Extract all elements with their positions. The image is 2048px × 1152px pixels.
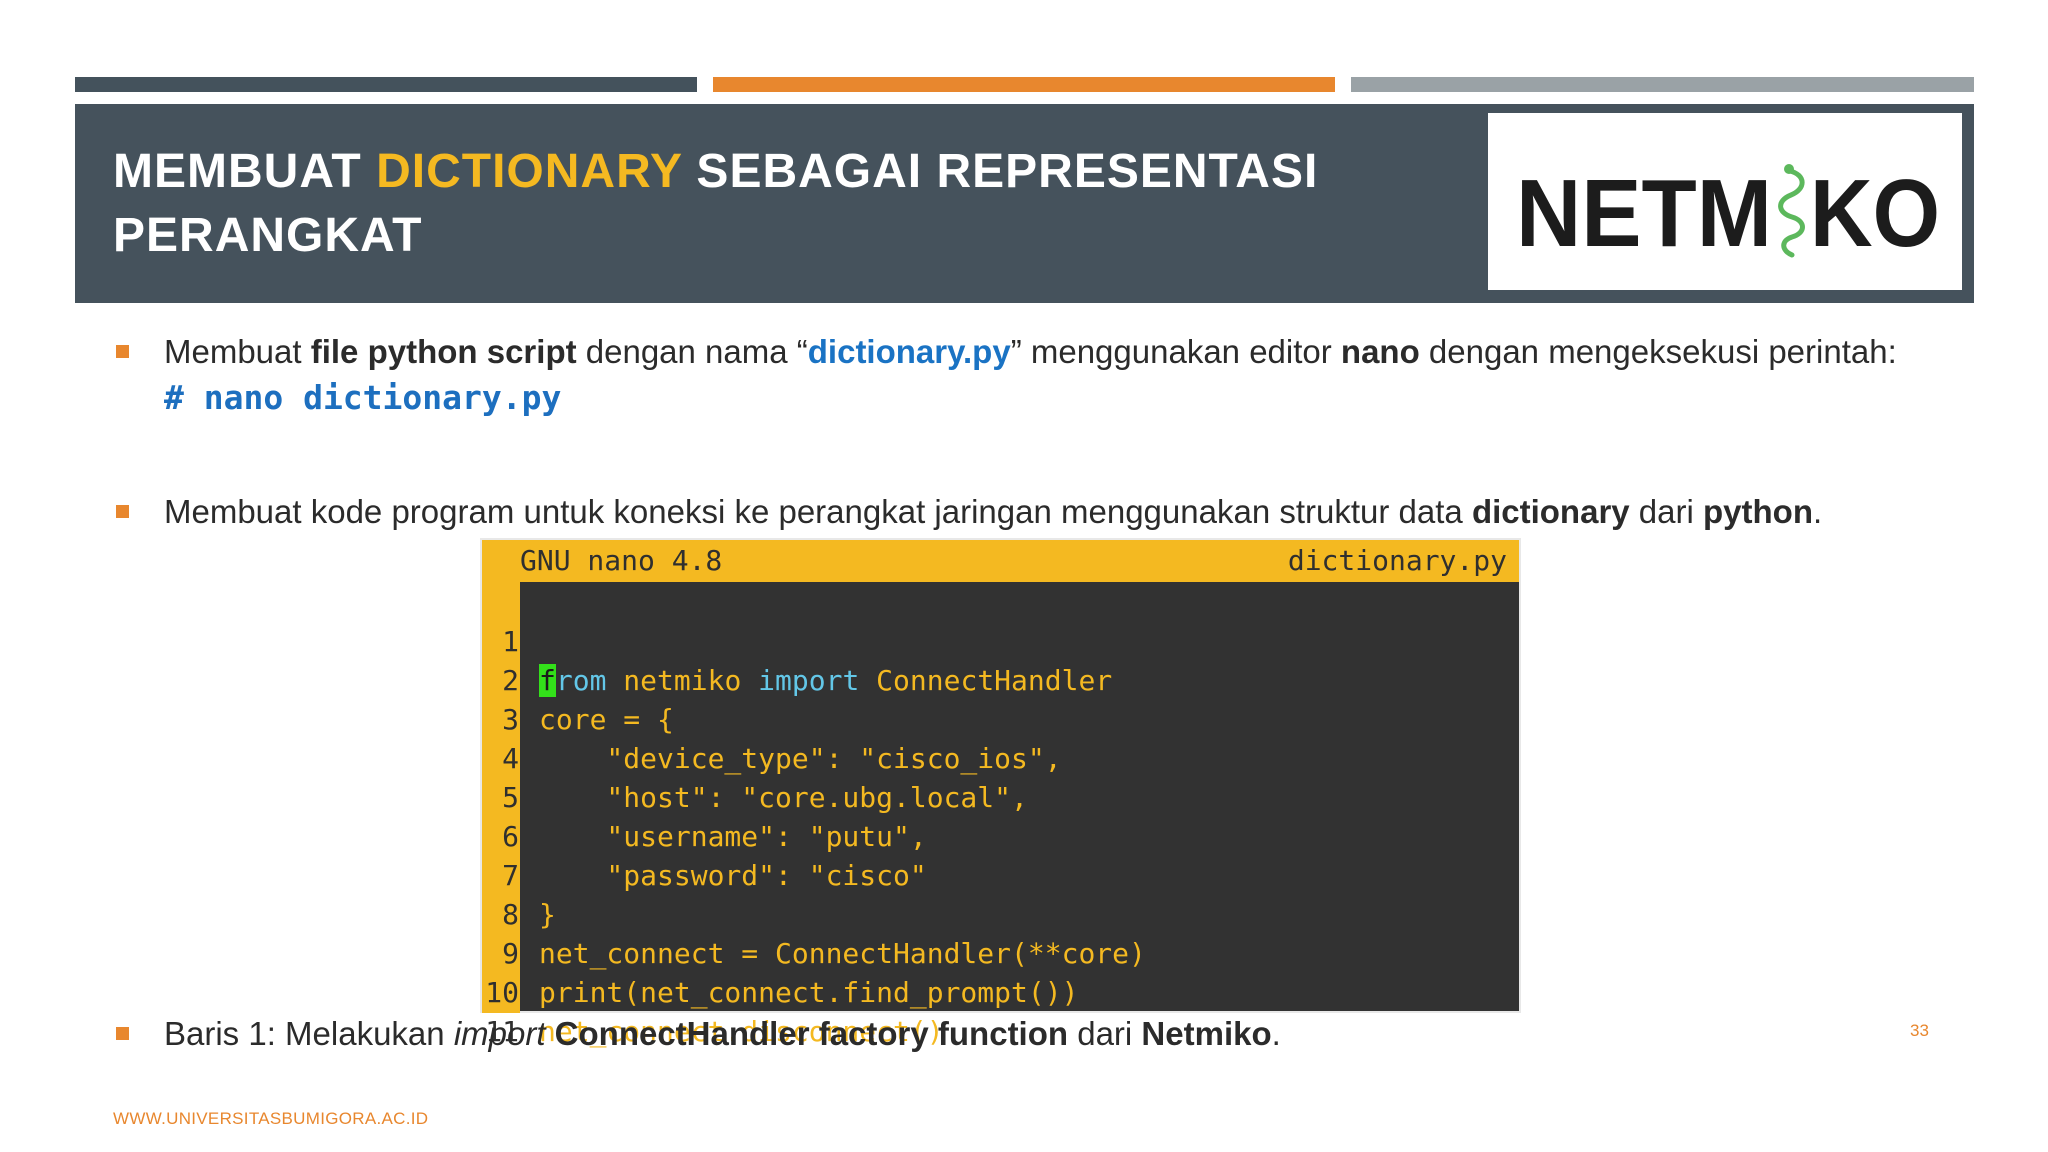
bullet-3-text: dari (1068, 1015, 1142, 1052)
bullet-2-text: . (1813, 493, 1823, 530)
code-line: 11 (482, 973, 1519, 1048)
code-line: 2 core = { (482, 622, 1519, 736)
bullet-3-text (546, 1015, 555, 1052)
bullet-1-filename: dictionary.py (807, 333, 1011, 370)
bullet-1-text: dengan mengeksekusi perintah: (1419, 333, 1897, 370)
logo-text-right: KO (1810, 160, 1940, 267)
bullet-2: Membuat kode program untuk koneksi ke pe… (164, 489, 1944, 535)
bullet-1: Membuat file python script dengan nama “… (164, 329, 1944, 421)
bullet-3-text: Baris 1: Melakukan (164, 1015, 454, 1052)
title-part-1: MEMBUAT (113, 145, 377, 198)
bullet-2-text: Membuat kode program untuk koneksi ke pe… (164, 493, 1472, 530)
bullet-3: Baris 1: Melakukan import ConnectHandler… (164, 1011, 1884, 1057)
top-accent-bar-gray (1351, 77, 1974, 92)
title-highlight: DICTIONARY (376, 145, 683, 198)
code-line: 5 "username": "putu", (482, 739, 1519, 853)
bullet-3-text: . (1271, 1015, 1281, 1052)
nano-editor-screenshot: GNU nano 4.8 dictionary.py 1 from netmik… (480, 538, 1521, 1048)
bullet-marker-2 (116, 505, 129, 518)
netmiko-logo-graphic: NETM KO (1516, 160, 1940, 267)
slide: MEMBUAT DICTIONARY SEBAGAI REPRESENTASI … (0, 0, 2048, 1152)
code-line: 3 "device_type": "cisco_ios", (482, 661, 1519, 775)
bullet-2-bold-dictionary: dictionary (1471, 493, 1630, 530)
netmiko-logo: NETM KO (1486, 111, 1964, 292)
top-accent-bar-orange (713, 77, 1335, 92)
bullet-1-text: dengan nama “ (576, 333, 808, 370)
nano-filename: dictionary.py (1287, 544, 1507, 577)
bullet-1-text: ” menggunakan editor (1010, 333, 1341, 370)
bullet-3-italic-import: import (453, 1015, 546, 1052)
code-line: 8 net_connect = ConnectHandler(**core) (482, 856, 1519, 970)
bullet-2-text: dari (1629, 493, 1704, 530)
code-line: 10 net_connect.disconnect() (482, 934, 1519, 1048)
page-number: 33 (1910, 1021, 1929, 1040)
code-line: 4 "host": "core.ubg.local", (482, 700, 1519, 814)
bullet-2-bold-python: python (1703, 493, 1813, 530)
slide-title: MEMBUAT DICTIONARY SEBAGAI REPRESENTASI … (113, 140, 1473, 268)
top-accent-bar-dark (75, 77, 697, 92)
nano-command: # nano dictionary.py (164, 378, 562, 417)
code-line: 6 "password": "cisco" (482, 778, 1519, 892)
nano-app-name: GNU nano 4.8 (520, 544, 723, 577)
code-line: 1 from netmiko import ConnectHandler (482, 583, 1519, 697)
bullet-3-bold-netmiko: Netmiko (1141, 1015, 1272, 1052)
code-line: 7 } (482, 817, 1519, 931)
bullet-marker-3 (116, 1027, 129, 1040)
bullet-1-bold-file-script: file python script (310, 333, 577, 370)
bullet-1-bold-nano: nano (1340, 333, 1420, 370)
bullet-marker-1 (116, 345, 129, 358)
bullet-3-bold-connecthandler: ConnectHandler factory function (554, 1015, 1069, 1052)
nano-title-bar: GNU nano 4.8 dictionary.py (482, 540, 1519, 582)
footer-url: WWW.UNIVERSITASBUMIGORA.AC.ID (113, 1109, 429, 1128)
snake-icon (1778, 164, 1805, 258)
code-line: 9 print(net_connect.find_prompt()) (482, 895, 1519, 1009)
bullet-1-text: Membuat (164, 333, 311, 370)
logo-text-left: NETM (1516, 160, 1772, 267)
